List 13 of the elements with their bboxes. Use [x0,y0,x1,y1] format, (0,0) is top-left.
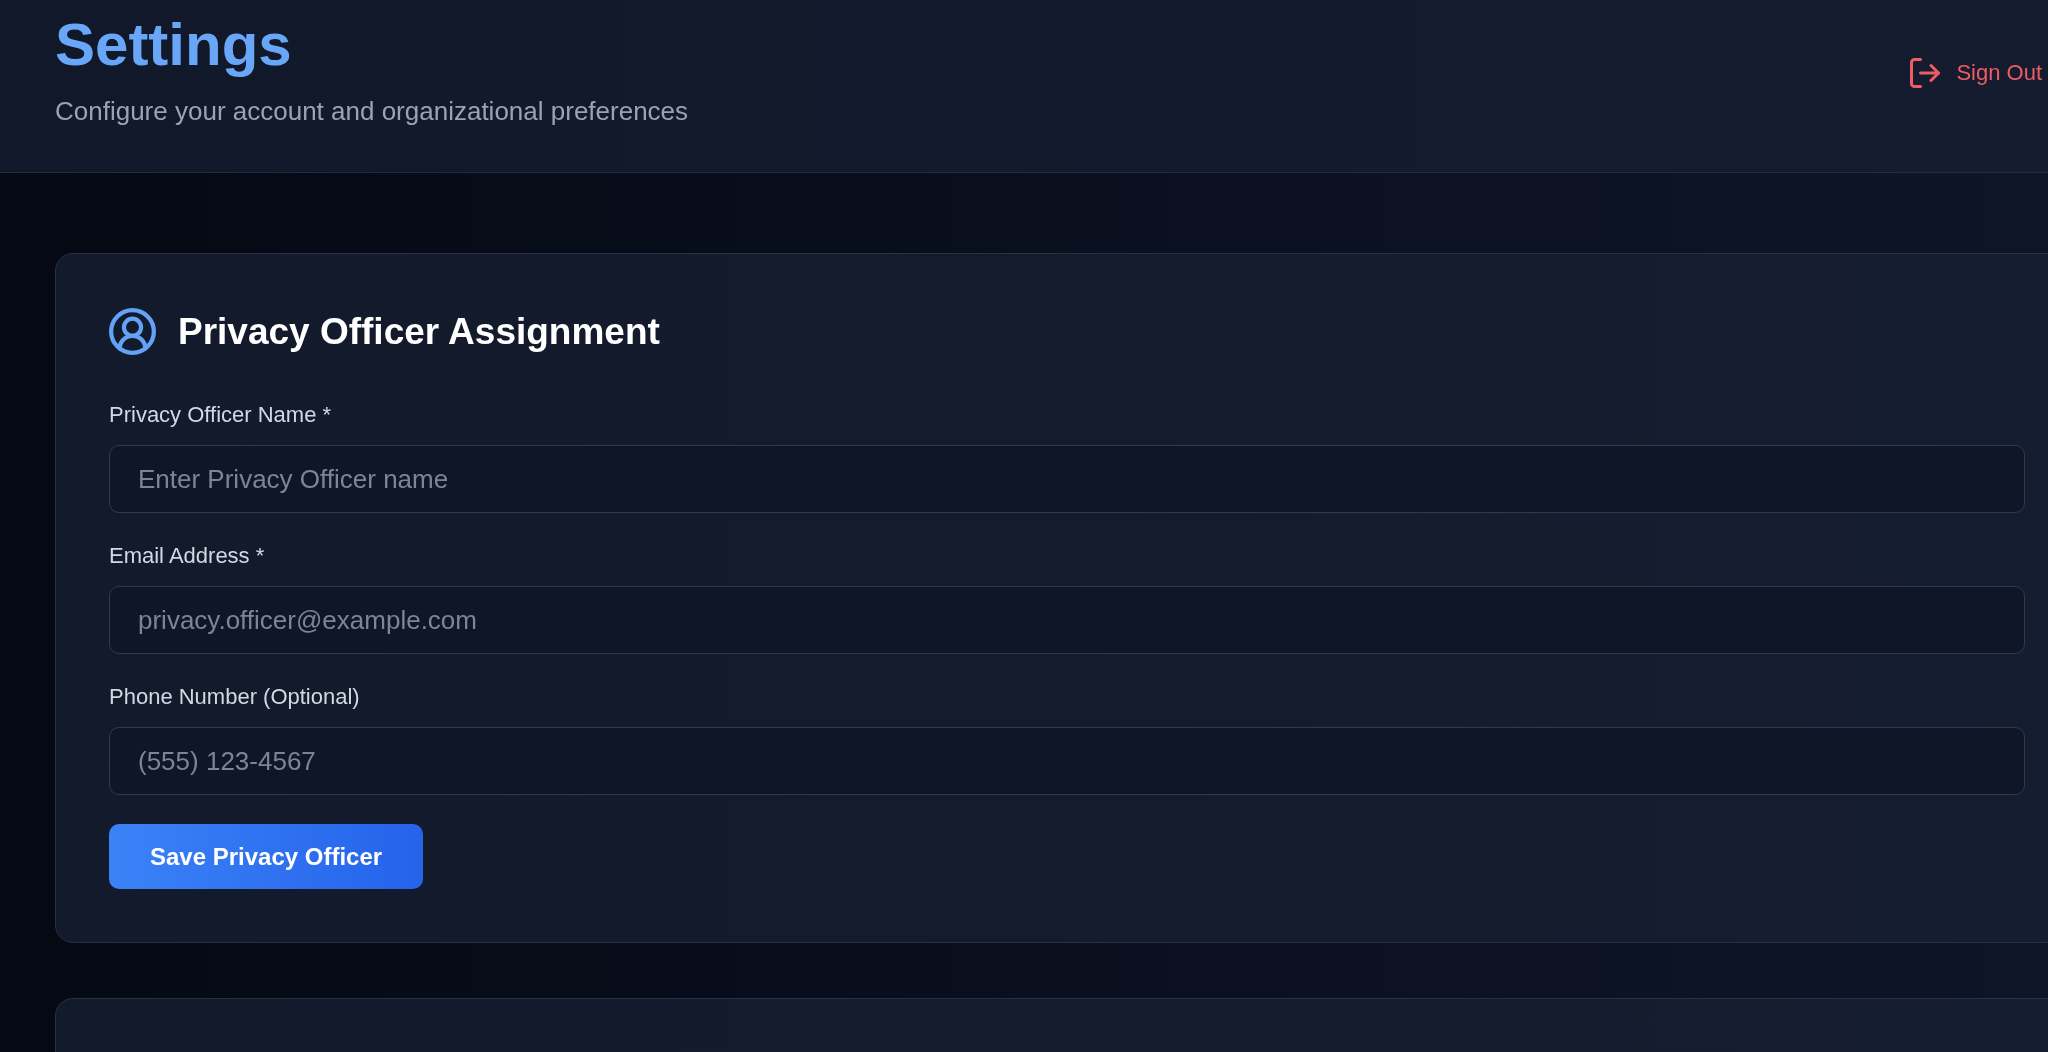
sign-out-button[interactable]: Sign Out [1910,56,2042,90]
input-field[interactable]: (555) 123-4567 [109,727,2025,795]
input-field[interactable]: Enter Privacy Officer name [109,445,2025,513]
input-field[interactable]: privacy.officer@example.com [109,586,2025,654]
field-label: Email Address * [109,542,266,570]
page-title: Settings [55,10,293,80]
field-label: Privacy Officer Name * [109,401,333,429]
card-title: Privacy Officer Assignment [178,310,660,354]
logout-icon [1910,58,1941,88]
user-circle-icon [109,308,156,355]
save-button[interactable]: Save Privacy Officer [109,824,424,889]
page-subtitle: Configure your account and organizational preferences [55,95,689,128]
field-label: Phone Number (Optional) [109,683,361,711]
